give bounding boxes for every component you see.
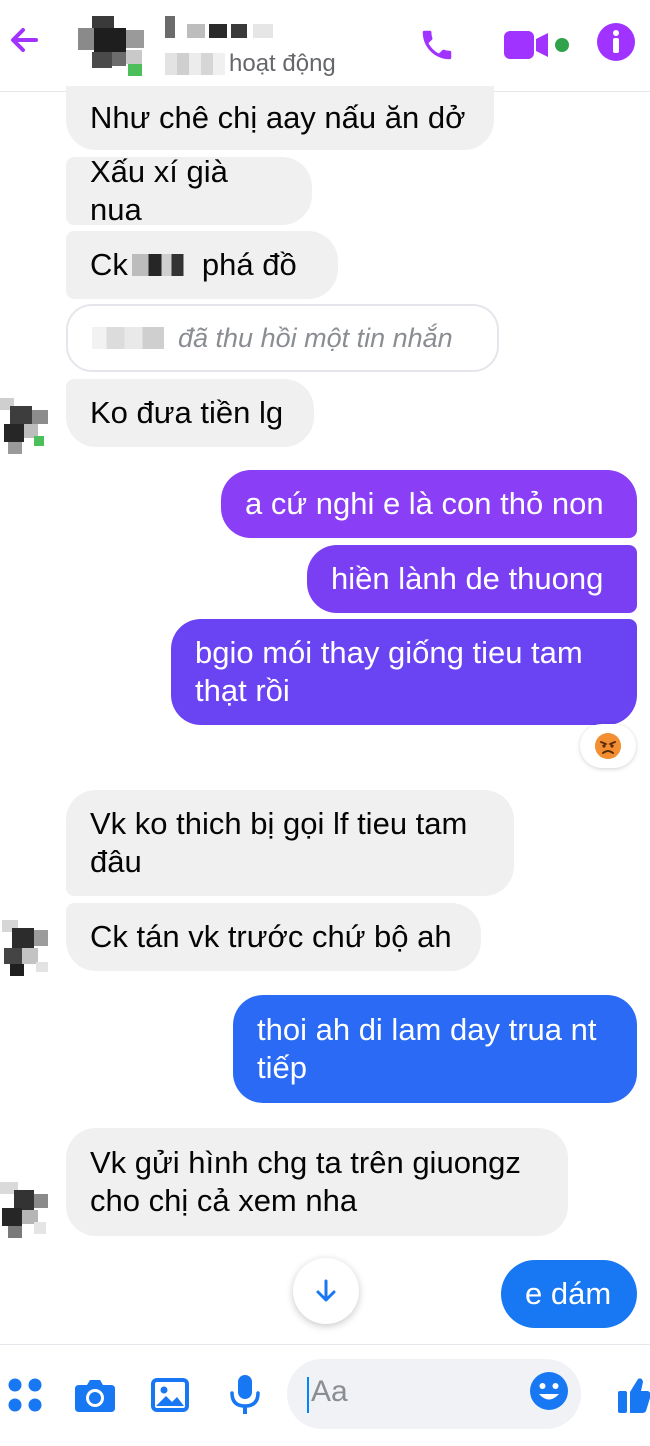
incoming-message[interactable]: Ck tán vk trước chứ bộ ah [66,903,481,971]
text-caret [307,1377,309,1413]
contact-avatar-small[interactable] [0,920,50,976]
sender-name-redacted [92,327,164,349]
back-arrow-icon [11,28,38,52]
video-call-button[interactable] [498,22,578,68]
contact-avatar-small[interactable] [0,1182,50,1238]
like-button[interactable] [600,1367,650,1423]
phone-icon [422,30,452,60]
voice-button[interactable] [220,1367,270,1423]
contact-avatar[interactable] [78,10,144,76]
incoming-message[interactable]: Ck phá đồ [66,231,338,299]
angry-face-emoji-icon [595,733,621,759]
message-reaction[interactable] [580,724,636,768]
message-input-placeholder: Aa [311,1375,348,1408]
status-text: hoạt động [229,50,336,77]
image-icon [151,1378,189,1412]
incoming-message[interactable]: Vk ko thich bị gọi lf tieu tam đâu [66,790,514,896]
outgoing-message[interactable]: a cứ nghi e là con thỏ non [221,470,637,538]
outgoing-message[interactable]: thoi ah di lam day trua nt tiếp [233,995,637,1103]
contact-name-redacted [165,12,285,40]
arrow-down-icon [316,1279,336,1302]
call-button[interactable] [414,22,460,68]
microphone-icon [230,1375,260,1414]
camera-icon [75,1380,115,1412]
gallery-button[interactable] [145,1367,195,1423]
active-status: hoạt động [165,50,336,78]
emoji-button[interactable] [528,1370,572,1414]
info-button[interactable] [594,20,638,64]
recalled-message: đã thu hồi một tin nhắn [66,304,499,372]
video-camera-icon [504,31,569,59]
camera-button[interactable] [70,1367,120,1423]
incoming-message[interactable]: Vk gửi hình chg ta trên giuongz cho chị … [66,1128,568,1236]
back-button[interactable] [4,20,44,60]
incoming-message[interactable]: Ko đưa tiền lg [66,379,314,447]
thumbs-up-icon [618,1378,650,1413]
incoming-message[interactable]: Như chê chị aay nấu ăn dở [66,86,494,150]
scroll-to-bottom-button[interactable] [293,1258,359,1324]
redacted-text [131,254,198,276]
outgoing-message[interactable]: e dám [501,1260,637,1328]
status-redacted [165,53,225,75]
contact-avatar-small[interactable] [0,398,50,454]
outgoing-message[interactable]: bgio mói thay giống tieu tam thạt rồi [171,619,637,725]
incoming-message[interactable]: Xấu xí già nua [66,154,312,227]
apps-grid-icon [8,1378,42,1412]
emoji-icon [530,1372,568,1410]
info-icon [597,23,635,61]
conversation-header: hoạt động [0,0,650,92]
more-apps-button[interactable] [0,1367,50,1423]
outgoing-message[interactable]: hiền lành de thuong [307,545,637,613]
